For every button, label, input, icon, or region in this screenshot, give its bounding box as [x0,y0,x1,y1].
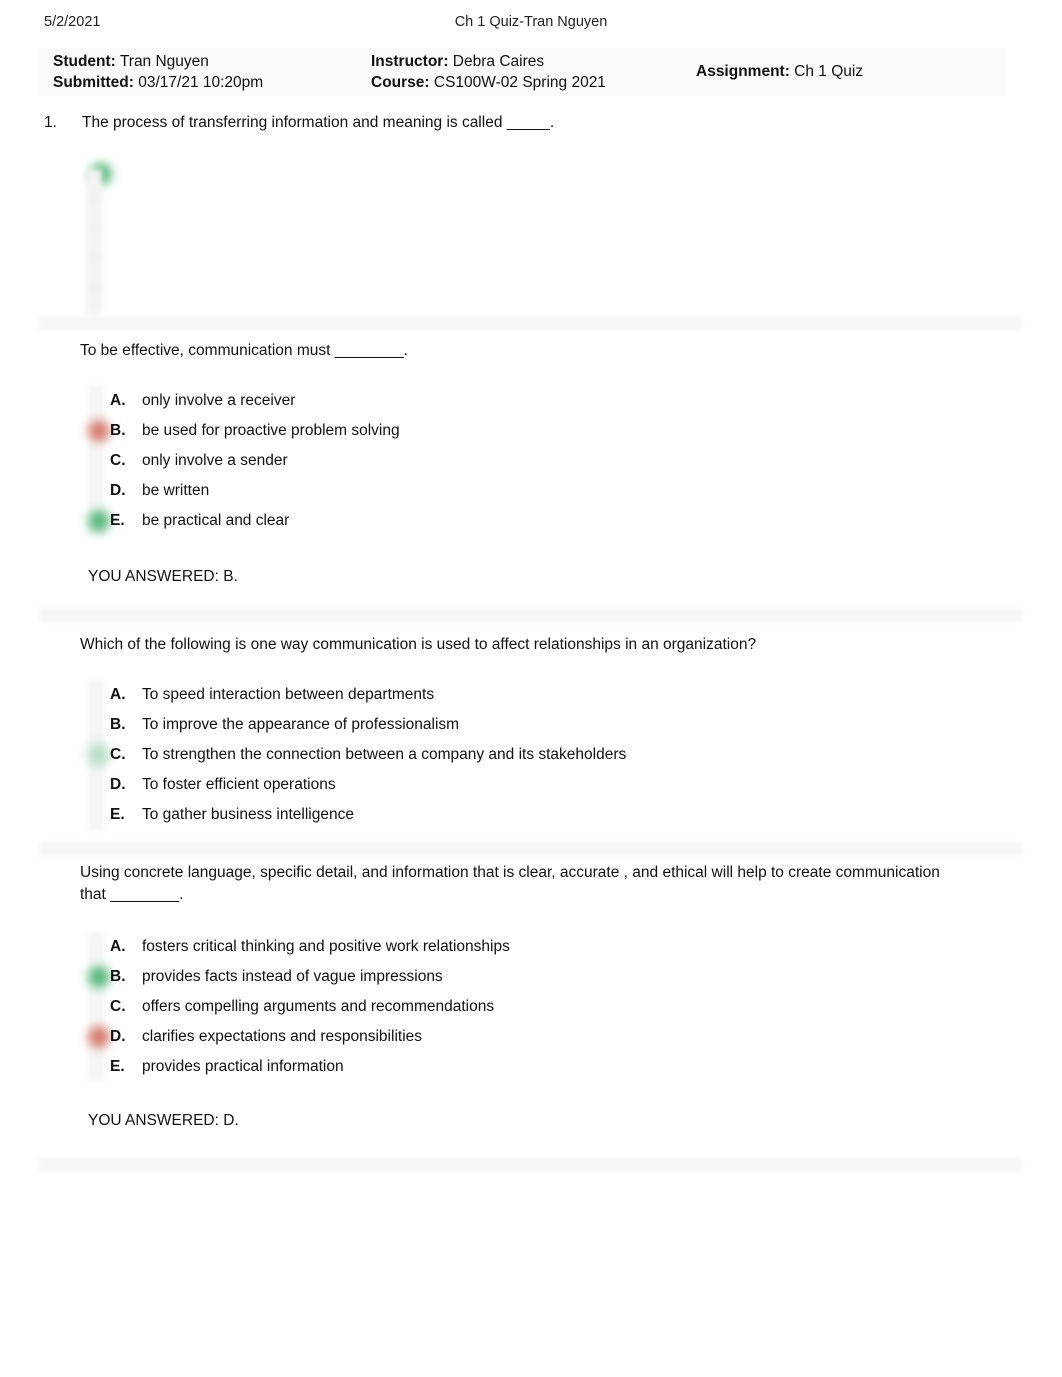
question-4-stem: Using concrete language, specific detail… [80,864,940,903]
answer-letter: B. [110,968,126,985]
student-info-band: Student: Tran Nguyen Submitted: 03/17/21… [38,48,1006,96]
answer-option[interactable]: E. To gather business intelligence [88,800,968,830]
ghost-answer-row [90,257,102,259]
you-answered-label: YOU ANSWERED: B. [88,568,238,585]
question-1-stem-line: 1. The process of transferring informatio… [44,114,554,132]
ghost-answer-row [90,197,102,199]
answer-letter: A. [110,938,126,955]
answer-text: fosters critical thinking and positive w… [142,938,510,955]
answer-option[interactable]: D. To foster efficient operations [88,770,968,800]
answer-letter: E. [110,806,125,823]
student-info-column: Student: Tran Nguyen Submitted: 03/17/21… [53,51,263,93]
student-label: Student: [53,53,116,70]
assignment-line: Assignment: Ch 1 Quiz [696,61,863,82]
answer-text: provides facts instead of vague impressi… [142,968,443,985]
student-line: Student: Tran Nguyen [53,51,263,72]
answer-option[interactable]: B. To improve the appearance of professi… [88,710,968,740]
print-header: 5/2/2021 Ch 1 Quiz-Tran Nguyen [0,14,1062,38]
answer-text: be written [142,482,210,499]
submitted-line: Submitted: 03/17/21 10:20pm [53,72,263,93]
correct-answer-marker-icon [88,966,110,988]
answer-text: To gather business intelligence [142,806,354,823]
answer-letter: C. [110,998,126,1015]
course-info-column: Instructor: Debra Caires Course: CS100W-… [371,51,606,93]
answer-option[interactable]: C. To strengthen the connection between … [88,740,968,770]
assignment-info-column: Assignment: Ch 1 Quiz [696,61,863,82]
correct-answer-marker-icon [88,510,110,532]
answer-text: be practical and clear [142,512,290,529]
instructor-value: Debra Caires [448,53,545,70]
ghost-answer-row [90,287,102,289]
answer-letter: C. [110,746,126,763]
answers-ghost-strip [86,169,102,314]
submitted-value: 03/17/21 10:20pm [133,74,264,91]
answer-letter: E. [110,1058,125,1075]
answer-option[interactable]: E. be practical and clear [88,506,968,536]
answer-option[interactable]: B. be used for proactive problem solving [88,416,968,446]
answer-letter: B. [110,422,126,439]
answer-option[interactable]: D. clarifies expectations and responsibi… [88,1022,968,1052]
instructor-line: Instructor: Debra Caires [371,51,606,72]
answer-option[interactable]: C. only involve a sender [88,446,968,476]
question-2-stem: To be effective, communication must ____… [80,342,408,359]
course-label: Course: [371,74,430,91]
answer-text: To improve the appearance of professiona… [142,716,460,733]
answer-text: clarifies expectations and responsibilit… [142,1028,423,1045]
answer-option[interactable]: B. provides facts instead of vague impre… [88,962,968,992]
answer-text: To speed interaction between departments [142,686,435,703]
answer-text: only involve a sender [142,452,288,469]
answer-text: To strengthen the connection between a c… [142,746,627,763]
chosen-answer-marker-icon [88,1026,110,1048]
question-separator [38,608,1022,622]
answer-option[interactable]: E. provides practical information [88,1052,968,1082]
assignment-value: Ch 1 Quiz [789,63,864,80]
correct-answer-marker-icon [88,744,110,766]
answer-text: offers compelling arguments and recommen… [142,998,495,1015]
student-value: Tran Nguyen [115,53,209,70]
course-line: Course: CS100W-02 Spring 2021 [371,72,606,93]
answer-letter: A. [110,686,126,703]
answer-letter: B. [110,716,126,733]
answer-letter: A. [110,392,126,409]
chosen-answer-marker-icon [88,420,110,442]
answer-option[interactable]: A. To speed interaction between departme… [88,680,968,710]
assignment-label: Assignment: [696,63,790,80]
answer-option[interactable]: A. fosters critical thinking and positiv… [88,932,968,962]
answer-letter: D. [110,482,126,499]
question-1-stem: The process of transferring information … [82,114,555,131]
answer-text: To foster efficient operations [142,776,336,793]
question-separator [38,842,1022,856]
answer-letter: C. [110,452,126,469]
question-3-answers: A. To speed interaction between departme… [88,680,968,830]
question-1-number: 1. [44,114,57,131]
course-value: CS100W-02 Spring 2021 [429,74,606,91]
ghost-answer-row [90,227,102,229]
instructor-label: Instructor: [371,53,449,70]
answer-option[interactable]: D. be written [88,476,968,506]
document-title: Ch 1 Quiz-Tran Nguyen [454,14,608,30]
question-4-answers: A. fosters critical thinking and positiv… [88,932,968,1082]
answer-letter: D. [110,1028,126,1045]
answer-text: only involve a receiver [142,392,296,409]
answer-option[interactable]: C. offers compelling arguments and recom… [88,992,968,1022]
answer-letter: D. [110,776,126,793]
answer-letter: E. [110,512,125,529]
question-separator [38,316,1022,330]
question-3-stem: Which of the following is one way commun… [80,636,757,653]
answer-option[interactable]: A. only involve a receiver [88,386,968,416]
answer-text: be used for proactive problem solving [142,422,400,439]
question-separator [38,1158,1022,1172]
question-1-answers-faded [84,155,144,315]
answer-text: provides practical information [142,1058,344,1075]
you-answered-label: YOU ANSWERED: D. [88,1112,239,1129]
question-2-answers: A. only involve a receiver B. be used fo… [88,386,968,536]
quiz-results-page: 5/2/2021 Ch 1 Quiz-Tran Nguyen Student: … [0,0,1062,1377]
submitted-label: Submitted: [53,74,134,91]
